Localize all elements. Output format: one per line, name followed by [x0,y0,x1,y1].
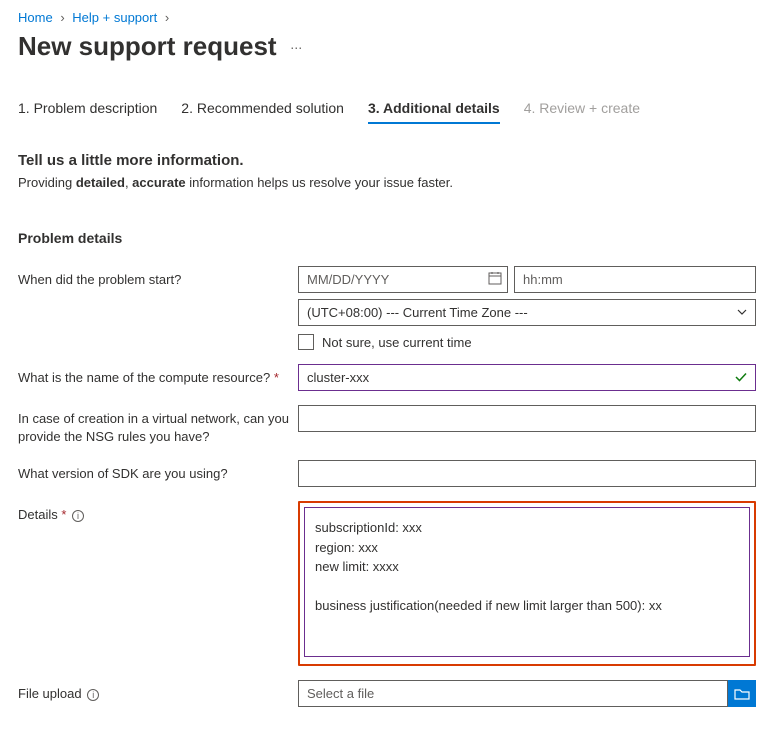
time-input[interactable] [514,266,756,293]
file-upload-input[interactable] [298,680,728,707]
tab-additional-details[interactable]: 3. Additional details [368,98,500,124]
breadcrumb-help-support[interactable]: Help + support [72,10,157,25]
label-resource: What is the name of the compute resource… [18,364,298,387]
checkmark-icon [734,370,748,384]
wizard-tabs: 1. Problem description 2. Recommended so… [18,98,756,124]
nsg-rules-input[interactable] [298,405,756,432]
sdk-version-input[interactable] [298,460,756,487]
date-input[interactable] [298,266,508,293]
breadcrumb: Home › Help + support › [18,10,756,25]
info-icon[interactable]: i [87,689,99,701]
label-when: When did the problem start? [18,266,298,289]
breadcrumb-home[interactable]: Home [18,10,53,25]
section-subtext: Providing detailed, accurate information… [18,175,756,190]
label-nsg: In case of creation in a virtual network… [18,405,298,446]
label-details: Details * i [18,501,298,524]
not-sure-checkbox[interactable] [298,334,314,350]
details-highlight [298,501,756,666]
calendar-icon[interactable] [488,271,502,285]
info-icon[interactable]: i [72,510,84,522]
not-sure-label: Not sure, use current time [322,335,472,350]
timezone-select[interactable] [298,299,756,326]
label-sdk: What version of SDK are you using? [18,460,298,483]
details-textarea[interactable] [304,507,750,657]
section-problem-details: Problem details [18,230,756,246]
tab-review-create: 4. Review + create [524,98,640,124]
file-browse-button[interactable] [728,680,756,707]
tab-problem-description[interactable]: 1. Problem description [18,98,157,124]
label-file-upload: File upload i [18,680,298,703]
section-lead: Tell us a little more information. [18,152,756,169]
resource-name-input[interactable] [298,364,756,391]
page-title: New support request [18,31,277,62]
more-actions-button[interactable]: ⋯ [290,41,302,55]
folder-icon [734,687,750,701]
tab-recommended-solution[interactable]: 2. Recommended solution [181,98,344,124]
chevron-right-icon: › [161,10,173,25]
chevron-right-icon: › [56,10,68,25]
